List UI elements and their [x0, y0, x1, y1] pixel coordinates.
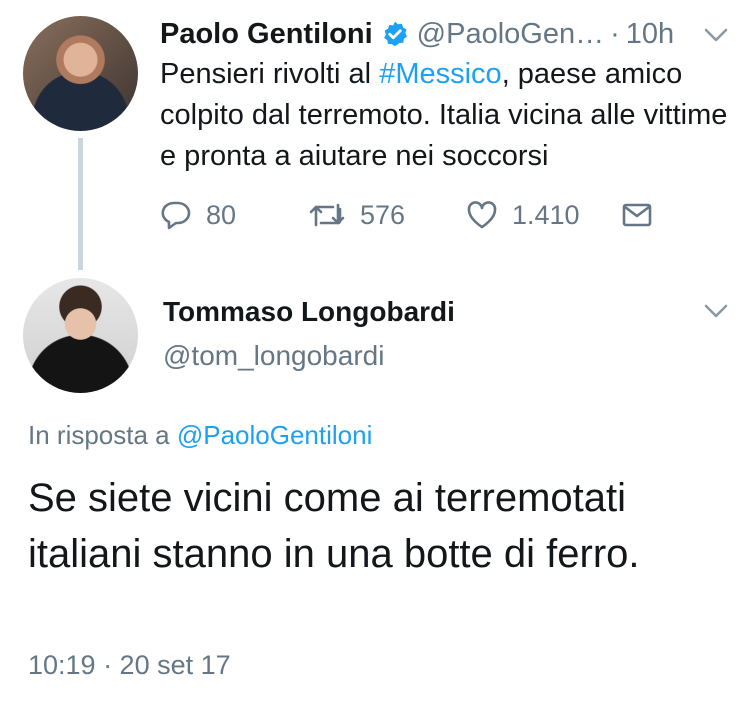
reply-prefix: In risposta a [28, 420, 177, 450]
avatar-tommaso-longobardi[interactable] [23, 278, 138, 393]
like-button[interactable]: 1.410 [466, 193, 580, 237]
heart-icon [467, 201, 497, 229]
tweet-thread: Paolo Gentiloni @PaoloGen… · 10h Pensier… [0, 0, 750, 704]
thread-connector-line [78, 138, 83, 270]
hashtag-link[interactable]: #Messico [379, 58, 502, 90]
direct-message-button[interactable] [622, 193, 666, 237]
avatar-paolo-gentiloni[interactable] [23, 16, 138, 131]
tweet1-text: Pensieri rivolti al #Messico, paese amic… [160, 54, 730, 177]
chevron-down-icon[interactable] [704, 304, 728, 318]
retweet-count: 576 [360, 199, 406, 230]
tweet1-author-name[interactable]: Paolo Gentiloni [160, 18, 373, 51]
reply-count: 80 [206, 199, 237, 230]
tweet2-author-name[interactable]: Tommaso Longobardi [163, 296, 455, 328]
retweet-button[interactable]: 576 [308, 193, 405, 237]
tweet2-timestamp[interactable]: 10:19 · 20 set 17 [28, 650, 231, 681]
envelope-icon [622, 203, 652, 227]
verified-badge-icon [381, 20, 409, 48]
reply-button[interactable]: 80 [160, 193, 236, 237]
like-count: 1.410 [512, 199, 580, 230]
retweet-icon [309, 203, 345, 227]
tweet2-author-handle[interactable]: @tom_longobardi [163, 340, 384, 372]
tweet1-header: Paolo Gentiloni @PaoloGen… · 10h [160, 12, 740, 56]
reply-bubble-icon [161, 201, 191, 230]
tweet2-text: Se siete vicini come ai terremotati ital… [28, 476, 640, 576]
chevron-down-icon[interactable] [704, 28, 728, 42]
tweet1-actions: 80 576 1.410 [160, 193, 720, 237]
tweet1-time[interactable]: 10h [626, 18, 674, 51]
reply-context: In risposta a @PaoloGentiloni [28, 420, 372, 451]
tweet1-text-before: Pensieri rivolti al [160, 58, 380, 90]
tweet1-author-handle[interactable]: @PaoloGen… [417, 18, 604, 51]
reply-mention-link[interactable]: @PaoloGentiloni [177, 420, 373, 450]
tweet1-separator: · [610, 17, 620, 50]
